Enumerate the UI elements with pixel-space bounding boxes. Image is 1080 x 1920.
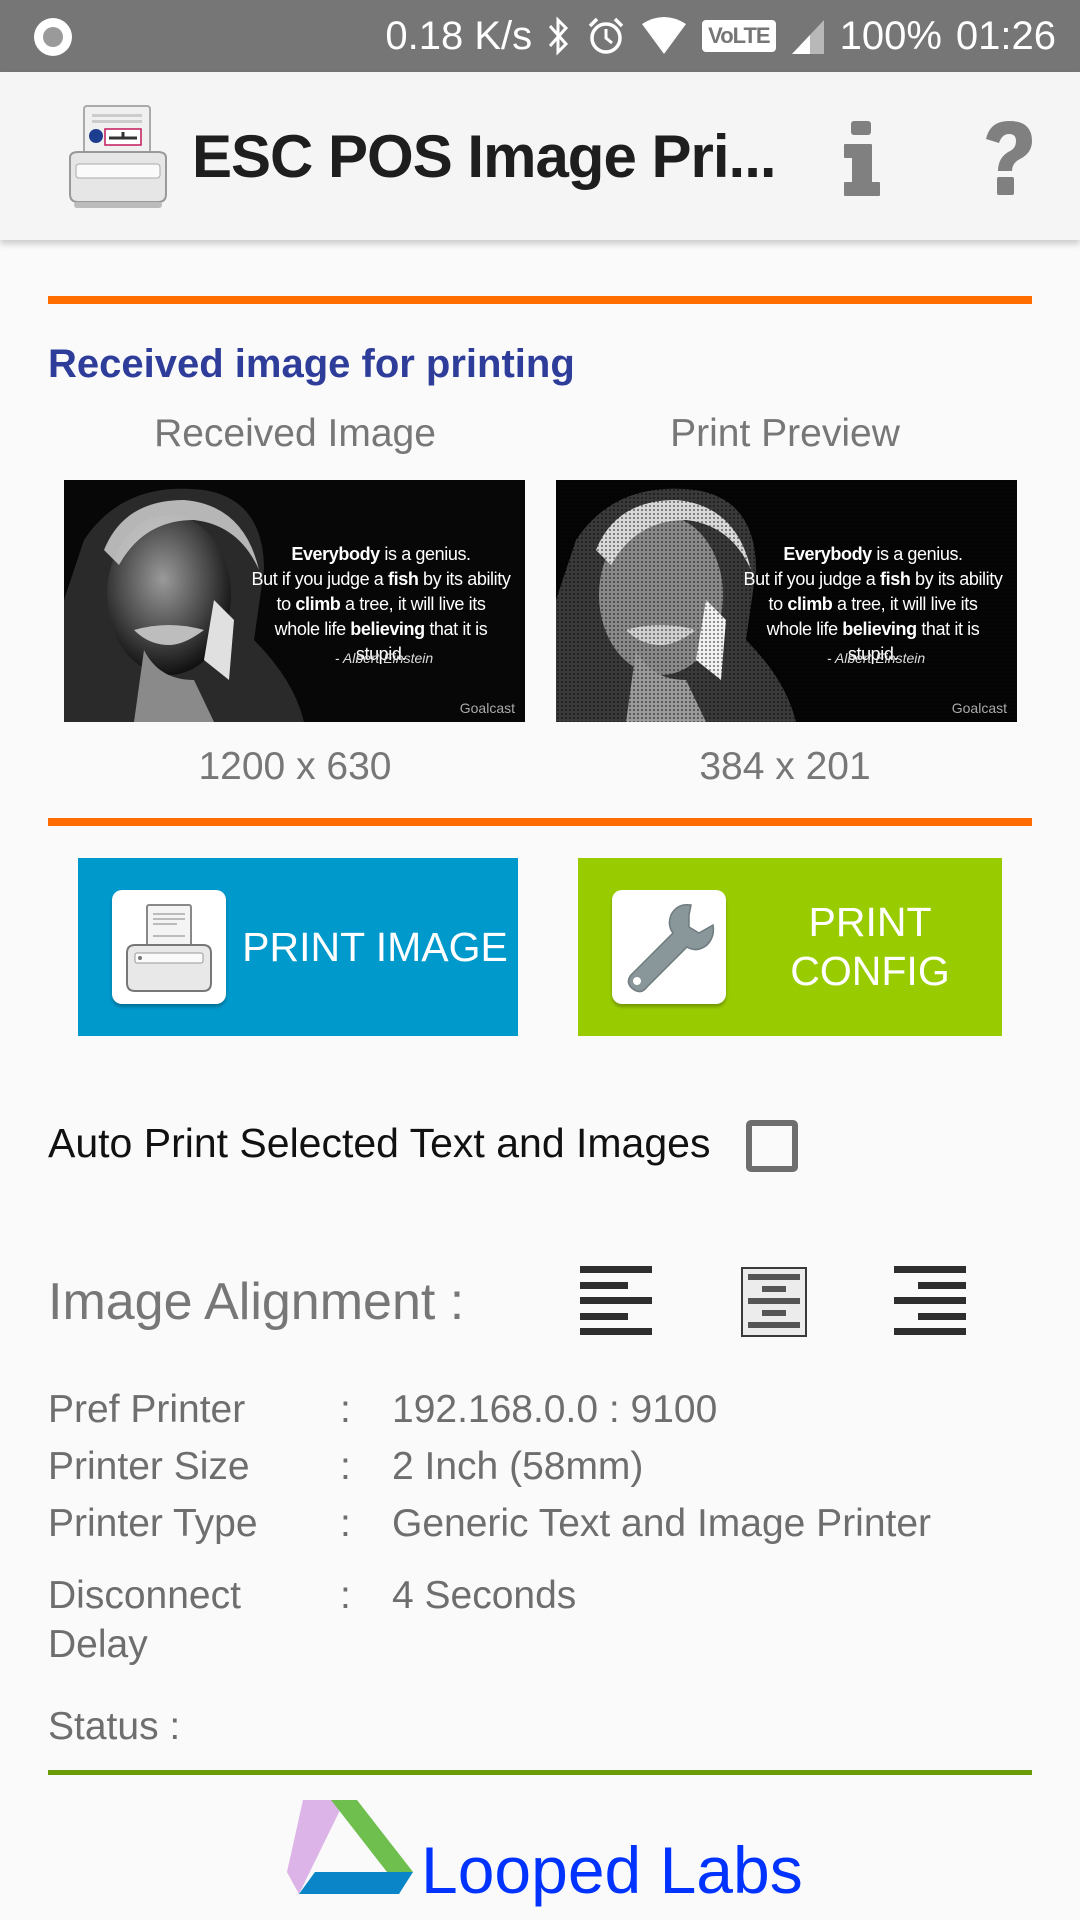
quote-line: a tree, it will live its (340, 594, 486, 614)
volte-icon: VoLTE (702, 20, 776, 52)
info-colon: : (340, 1574, 351, 1617)
info-colon: : (340, 1502, 351, 1545)
image-alignment-label: Image Alignment : (48, 1273, 465, 1331)
status-label: Status : (48, 1705, 181, 1748)
align-left-button[interactable] (578, 1262, 656, 1340)
image-watermark: Goalcast (459, 700, 515, 716)
info-button[interactable] (823, 114, 903, 204)
quote-bold: believing (350, 619, 425, 639)
section-title: Received image for printing (48, 342, 575, 386)
info-key: Printer Size (48, 1445, 250, 1488)
print-preview-dimensions: 384 x 201 (699, 745, 871, 788)
app-logo-printer-icon (66, 102, 176, 212)
print-config-label-line: PRINT (808, 899, 932, 945)
wifi-icon (640, 16, 688, 56)
top-divider (48, 296, 1032, 304)
quote-text: Everybody is a genius. But if you judge … (251, 542, 511, 667)
print-config-label-line: CONFIG (790, 948, 950, 994)
info-icon (844, 121, 880, 196)
info-value: 192.168.0.0 : 9100 (392, 1388, 718, 1431)
received-image-dimensions: 1200 x 630 (198, 745, 392, 788)
align-center-icon (741, 1267, 807, 1337)
quote-bold: climb (295, 594, 341, 614)
info-colon: : (340, 1388, 351, 1431)
info-key: Pref Printer (48, 1388, 246, 1431)
net-speed: 0.18 K/s (385, 13, 533, 58)
status-icons: 0.18 K/s VoLTE 100% 01:26 (385, 0, 1056, 72)
quote-line: whole life (766, 619, 843, 639)
app-bar: ESC POS Image Pri... (0, 72, 1080, 240)
quote-bold: believing (842, 619, 917, 639)
quote-line: But if you judge a (251, 569, 389, 589)
quote-bold: Everybody (291, 544, 380, 564)
printer-icon (112, 890, 226, 1004)
print-config-label: PRINT CONFIG (748, 898, 992, 996)
quote-author: - Albert Einstein (334, 650, 434, 666)
quote-line: a tree, it will live its (832, 594, 978, 614)
info-key: Disconnect Delay (48, 1574, 241, 1666)
align-right-button[interactable] (890, 1262, 968, 1340)
quote-line: to (276, 594, 296, 614)
quote-line: whole life (274, 619, 351, 639)
wrench-icon (612, 890, 726, 1004)
bluetooth-icon (546, 16, 572, 56)
quote-bold: fish (880, 569, 911, 589)
quote-line: by its ability (418, 569, 511, 589)
info-key: Printer Type (48, 1502, 258, 1545)
middle-divider (48, 818, 1032, 826)
auto-print-label: Auto Print Selected Text and Images (48, 1120, 711, 1166)
record-icon (34, 18, 72, 56)
help-icon (986, 121, 1032, 195)
print-preview-label: Print Preview (670, 412, 900, 455)
image-watermark: Goalcast (951, 700, 1007, 716)
status-bar: 0.18 K/s VoLTE 100% 01:26 (0, 0, 1080, 72)
quote-author: - Albert Einstein (826, 650, 926, 666)
quote-line: is a genius. (379, 544, 471, 564)
quote-text: Everybody is a genius. But if you judge … (743, 542, 1003, 667)
quote-bold: Everybody (783, 544, 872, 564)
info-colon: : (340, 1445, 351, 1488)
print-image-button[interactable]: PRINT IMAGE (78, 858, 518, 1036)
print-image-label: PRINT IMAGE (242, 924, 508, 970)
quote-line: But if you judge a (743, 569, 881, 589)
quote-line: to (768, 594, 788, 614)
looped-labs-brand: Looped Labs (421, 1833, 803, 1907)
print-preview-image: Everybody is a genius. But if you judge … (556, 480, 1017, 722)
looped-labs-logo-icon (287, 1800, 413, 1894)
help-button[interactable] (968, 114, 1048, 204)
quote-line: is a genius. (871, 544, 963, 564)
signal-icon (790, 16, 826, 56)
quote-bold: climb (787, 594, 833, 614)
info-value: 2 Inch (58mm) (392, 1445, 644, 1488)
app-title: ESC POS Image Pri... (192, 123, 777, 190)
info-value: Generic Text and Image Printer (392, 1502, 932, 1545)
print-config-button[interactable]: PRINT CONFIG (578, 858, 1002, 1036)
received-image: Everybody is a genius. But if you judge … (64, 480, 525, 722)
info-value: 4 Seconds (392, 1574, 577, 1617)
auto-print-checkbox[interactable] (746, 1120, 798, 1172)
clock: 01:26 (955, 13, 1056, 58)
quote-bold: fish (388, 569, 419, 589)
align-left-icon (580, 1266, 652, 1335)
align-center-button[interactable] (738, 1262, 816, 1340)
alarm-icon (586, 16, 626, 56)
quote-line: by its ability (910, 569, 1003, 589)
received-image-label: Received Image (154, 412, 436, 455)
battery-level: 100% (839, 13, 942, 58)
align-right-icon (894, 1266, 966, 1335)
footer-divider (48, 1770, 1032, 1775)
